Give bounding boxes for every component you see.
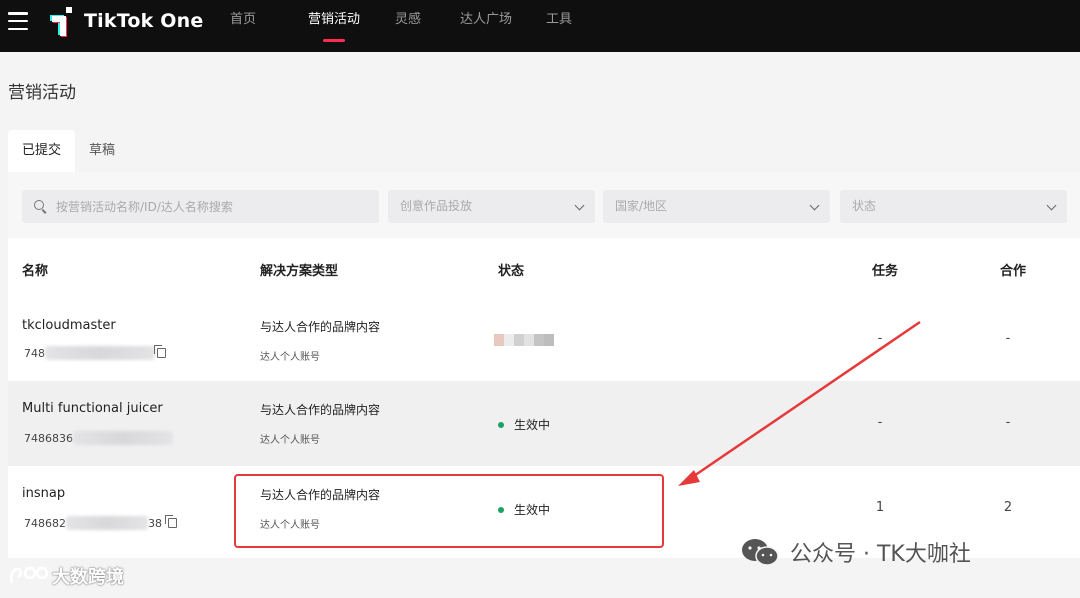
campaign-id-prefix: 748682 — [24, 516, 66, 530]
table-row[interactable]: Multi functional juicer 7486836 与达人合作的品牌… — [8, 381, 1080, 466]
highlight-box — [234, 474, 664, 548]
task-count: - — [877, 415, 883, 430]
copy-icon[interactable] — [154, 345, 166, 358]
status-select[interactable]: 状态 — [840, 190, 1067, 223]
status-badge: 生效中 — [498, 416, 550, 433]
table-header: 名称 解决方案类型 状态 任务 合作 — [8, 238, 1080, 298]
solution-subtype: 达人个人账号 — [260, 435, 320, 446]
nav-item-creator-marketplace[interactable]: 达人广场 — [438, 0, 534, 52]
nav-item-campaigns[interactable]: 营销活动 — [290, 0, 378, 52]
search-icon — [34, 199, 48, 214]
nav-item-home[interactable]: 首页 — [218, 0, 290, 52]
tab-submitted[interactable]: 已提交 — [8, 130, 76, 172]
campaign-id-suffix: 38 — [148, 516, 162, 530]
solution-subtype: 达人个人账号 — [260, 352, 320, 363]
campaign-id-prefix: 7486836 — [24, 431, 73, 445]
cooperation-count: - — [1005, 331, 1011, 346]
page-title: 营销活动 — [8, 83, 76, 103]
col-header-name[interactable]: 名称 — [22, 260, 48, 279]
redacted-id — [45, 346, 155, 360]
corner-watermark: 大数跨境 — [8, 563, 124, 589]
campaign-id: 748 — [24, 345, 166, 360]
watermark-logo-icon — [10, 566, 49, 584]
tiktok-one-logo[interactable]: TikTok One — [44, 5, 203, 37]
status-dot-icon — [498, 421, 504, 428]
tab-drafts[interactable]: 草稿 — [75, 130, 129, 172]
chevron-down-icon — [1046, 200, 1057, 211]
region-select[interactable]: 国家/地区 — [603, 190, 830, 223]
placement-select[interactable]: 创意作品投放 — [388, 190, 595, 223]
col-header-solution[interactable]: 解决方案类型 — [260, 260, 338, 279]
nav-item-tools[interactable]: 工具 — [534, 0, 584, 52]
status-select-value: 状态 — [852, 199, 877, 213]
nav-item-inspiration[interactable]: 灵感 — [378, 0, 438, 52]
main-nav: 首页 营销活动 灵感 达人广场 工具 — [218, 0, 584, 52]
tab-bar: 已提交 草稿 — [8, 130, 129, 172]
cooperation-count: - — [1005, 415, 1011, 430]
solution-type: 与达人合作的品牌内容 — [260, 403, 381, 417]
status-text: 生效中 — [514, 418, 551, 432]
brand-name: TikTok One — [84, 10, 204, 32]
campaign-name[interactable]: Multi functional juicer — [22, 401, 163, 416]
redacted-id — [73, 431, 173, 445]
campaign-id: 7486836 — [24, 431, 173, 445]
col-header-status[interactable]: 状态 — [498, 260, 524, 279]
search-input[interactable] — [56, 199, 356, 214]
campaign-id: 748682 38 — [24, 515, 177, 530]
filter-panel: 创意作品投放 国家/地区 状态 — [8, 172, 1080, 238]
menu-icon[interactable] — [8, 12, 28, 30]
table-row[interactable]: tkcloudmaster 748 与达人合作的品牌内容 达人个人账号 - - — [8, 298, 1080, 381]
top-nav-bar: TikTok One 首页 营销活动 灵感 达人广场 工具 — [0, 0, 1080, 52]
region-select-value: 国家/地区 — [615, 199, 668, 213]
placement-select-value: 创意作品投放 — [400, 199, 473, 213]
redacted-status — [494, 334, 554, 346]
tiktok-logo-icon — [50, 7, 72, 37]
cooperation-count: 2 — [1003, 500, 1013, 515]
wechat-icon — [742, 539, 779, 566]
corner-watermark-text: 大数跨境 — [52, 567, 124, 588]
redacted-id — [66, 516, 148, 530]
copy-icon[interactable] — [165, 515, 177, 528]
col-header-tasks[interactable]: 任务 — [872, 260, 898, 279]
task-count: 1 — [875, 500, 885, 515]
campaign-name[interactable]: tkcloudmaster — [22, 318, 116, 333]
chevron-down-icon — [809, 200, 820, 211]
task-count: - — [877, 331, 883, 346]
campaign-name[interactable]: insnap — [22, 486, 65, 501]
chevron-down-icon — [574, 200, 585, 211]
wechat-watermark: 公众号 · TK大咖社 — [740, 536, 971, 568]
campaign-id-prefix: 748 — [24, 346, 45, 360]
search-box[interactable] — [22, 190, 379, 223]
col-header-cooperation[interactable]: 合作 — [1000, 260, 1026, 279]
solution-type: 与达人合作的品牌内容 — [260, 320, 381, 334]
wechat-watermark-text: 公众号 · TK大咖社 — [790, 542, 971, 567]
